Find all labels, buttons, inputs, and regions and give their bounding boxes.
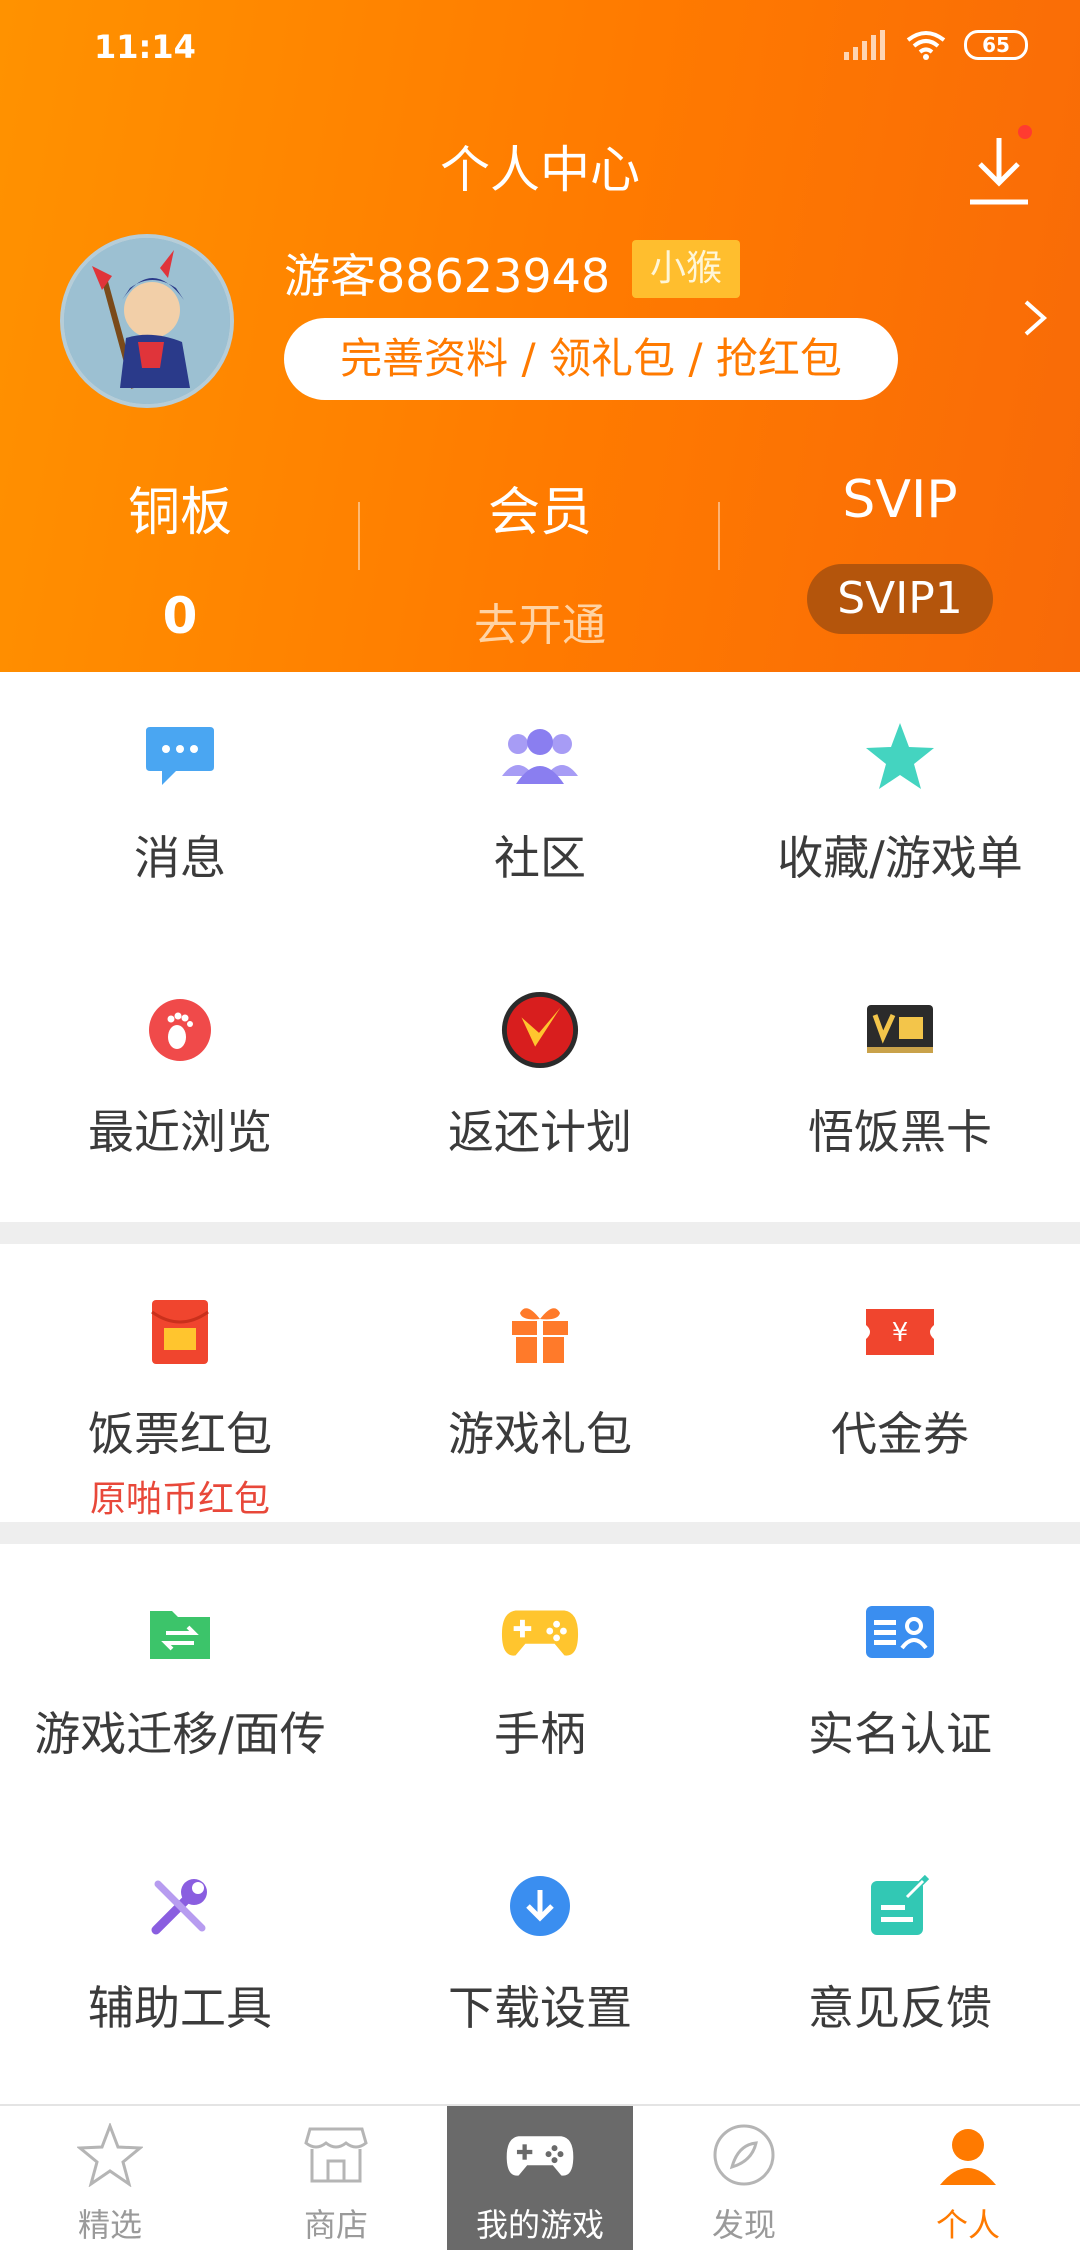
menu-item-label: 游戏迁移/面传 (34, 1707, 326, 1761)
coupon-icon: ¥ (860, 1292, 940, 1372)
status-time: 11:14 (94, 28, 196, 66)
menu-item-feedback[interactable]: 意见反馈 (720, 1866, 1080, 2038)
tab-label: 发现 (711, 2206, 776, 2244)
tab-label: 我的游戏 (475, 2206, 604, 2244)
menu-item-label: 实名认证 (808, 1707, 992, 1761)
stat-value: 0 (162, 587, 198, 645)
tab-label: 商店 (303, 2206, 368, 2244)
gamepad-icon (500, 1592, 580, 1672)
download-icon[interactable] (964, 132, 1034, 208)
menu-item-download-settings[interactable]: 下载设置 (360, 1866, 720, 2038)
menu-item-label: 悟饭黑卡 (808, 1105, 992, 1159)
battery-indicator: 65 (964, 30, 1028, 60)
menu-item-label: 意见反馈 (808, 1981, 992, 2035)
section-divider (0, 1522, 1080, 1544)
tab-my-games[interactable]: 我的游戏 (447, 2106, 633, 2250)
stat-label: 会员 (487, 483, 592, 543)
star-icon (860, 716, 940, 796)
rebate-icon (500, 990, 580, 1070)
avatar-image (64, 238, 230, 404)
tab-shop[interactable]: 商店 (236, 2106, 436, 2250)
menu-item-game-gift[interactable]: 游戏礼包 (360, 1292, 720, 1464)
feedback-icon (860, 1866, 940, 1946)
menu-item-favorites[interactable]: 收藏/游戏单 (720, 716, 1080, 888)
menu-item-label: 最近浏览 (88, 1105, 272, 1159)
community-icon (500, 716, 580, 796)
svip-level-badge[interactable]: SVIP1 (807, 564, 993, 634)
tab-featured[interactable]: 精选 (10, 2106, 210, 2250)
footprint-icon (140, 990, 220, 1070)
menu-item-label: 收藏/游戏单 (777, 831, 1023, 885)
bottom-tab-bar: 精选 商店 我的游戏 发现 个人 (0, 2104, 1080, 2250)
menu-item-black-card[interactable]: 悟饭黑卡 (720, 990, 1080, 1162)
menu-item-game-transfer[interactable]: 游戏迁移/面传 (0, 1592, 360, 1764)
menu-item-tools[interactable]: 辅助工具 (0, 1866, 360, 2038)
menu-item-coupon[interactable]: ¥ 代金券 (720, 1292, 1080, 1464)
avatar[interactable] (60, 234, 234, 408)
status-icons: 65 (844, 30, 1028, 60)
menu-item-label: 社区 (494, 831, 586, 885)
tools-icon (140, 1866, 220, 1946)
tab-profile[interactable]: 个人 (868, 2106, 1068, 2250)
menu-item-rebate[interactable]: 返还计划 (360, 990, 720, 1162)
stat-coins[interactable]: 铜板 0 (0, 470, 360, 645)
compass-icon (709, 2120, 779, 2190)
section-divider (0, 1222, 1080, 1244)
stat-svip[interactable]: SVIP SVIP1 (720, 470, 1080, 634)
menu-item-messages[interactable]: 消息 (0, 716, 360, 888)
transfer-icon (140, 1592, 220, 1672)
stat-membership[interactable]: 会员 去开通 (360, 470, 720, 653)
menu-item-recent[interactable]: 最近浏览 (0, 990, 360, 1162)
menu-section-3: 游戏迁移/面传 手柄 实名认证 辅助工具 下载设置 意见反馈 (0, 1544, 1080, 2104)
star-outline-icon (75, 2120, 145, 2190)
page-title: 个人中心 (440, 141, 640, 199)
username: 游客88623948 (284, 249, 611, 303)
menu-item-label: 游戏礼包 (448, 1407, 632, 1461)
id-card-icon (860, 1592, 940, 1672)
chevron-right-icon[interactable] (1020, 296, 1050, 340)
menu-item-label: 手柄 (494, 1707, 586, 1761)
menu-item-community[interactable]: 社区 (360, 716, 720, 888)
level-badge: 小猴 (632, 240, 741, 298)
stat-label: 铜板 (127, 483, 232, 543)
profile-header: 11:14 65 个人中心 游客88623948 小猴 完善资料 / 领礼包 /… (0, 0, 1080, 672)
wifi-icon (906, 31, 946, 60)
menu-section-1: 消息 社区 收藏/游戏单 最近浏览 返还计划 悟饭黑卡 (0, 672, 1080, 1222)
person-icon (933, 2120, 1003, 2190)
menu-item-label: 消息 (134, 831, 226, 885)
black-card-icon (860, 990, 940, 1070)
menu-item-label: 代金券 (831, 1407, 969, 1461)
menu-item-real-name[interactable]: 实名认证 (720, 1592, 1080, 1764)
gamepad-tab-icon (505, 2120, 575, 2190)
download-circle-icon (500, 1866, 580, 1946)
tab-label: 个人 (935, 2206, 1000, 2244)
shop-icon (301, 2120, 371, 2190)
menu-item-gamepad[interactable]: 手柄 (360, 1592, 720, 1764)
menu-item-sublabel: 原啪币红包 (89, 1479, 270, 1520)
menu-item-meal-voucher[interactable]: 饭票红包 原啪币红包 (0, 1292, 360, 1522)
complete-profile-button[interactable]: 完善资料 / 领礼包 / 抢红包 (284, 318, 898, 400)
menu-item-label: 饭票红包 (88, 1407, 272, 1461)
signal-icon (844, 30, 885, 60)
activate-link[interactable]: 去开通 (360, 589, 720, 653)
gift-icon (500, 1292, 580, 1372)
menu-item-label: 返还计划 (448, 1105, 632, 1159)
red-envelope-icon (140, 1292, 220, 1372)
menu-item-label: 辅助工具 (88, 1981, 272, 2035)
svg-text:¥: ¥ (892, 1318, 909, 1348)
tab-discover[interactable]: 发现 (644, 2106, 844, 2250)
message-icon (140, 716, 220, 796)
menu-item-label: 下载设置 (448, 1981, 632, 2035)
menu-section-2: 饭票红包 原啪币红包 游戏礼包 ¥ 代金券 (0, 1244, 1080, 1522)
tab-label: 精选 (77, 2206, 142, 2244)
stat-label: SVIP (842, 470, 958, 530)
